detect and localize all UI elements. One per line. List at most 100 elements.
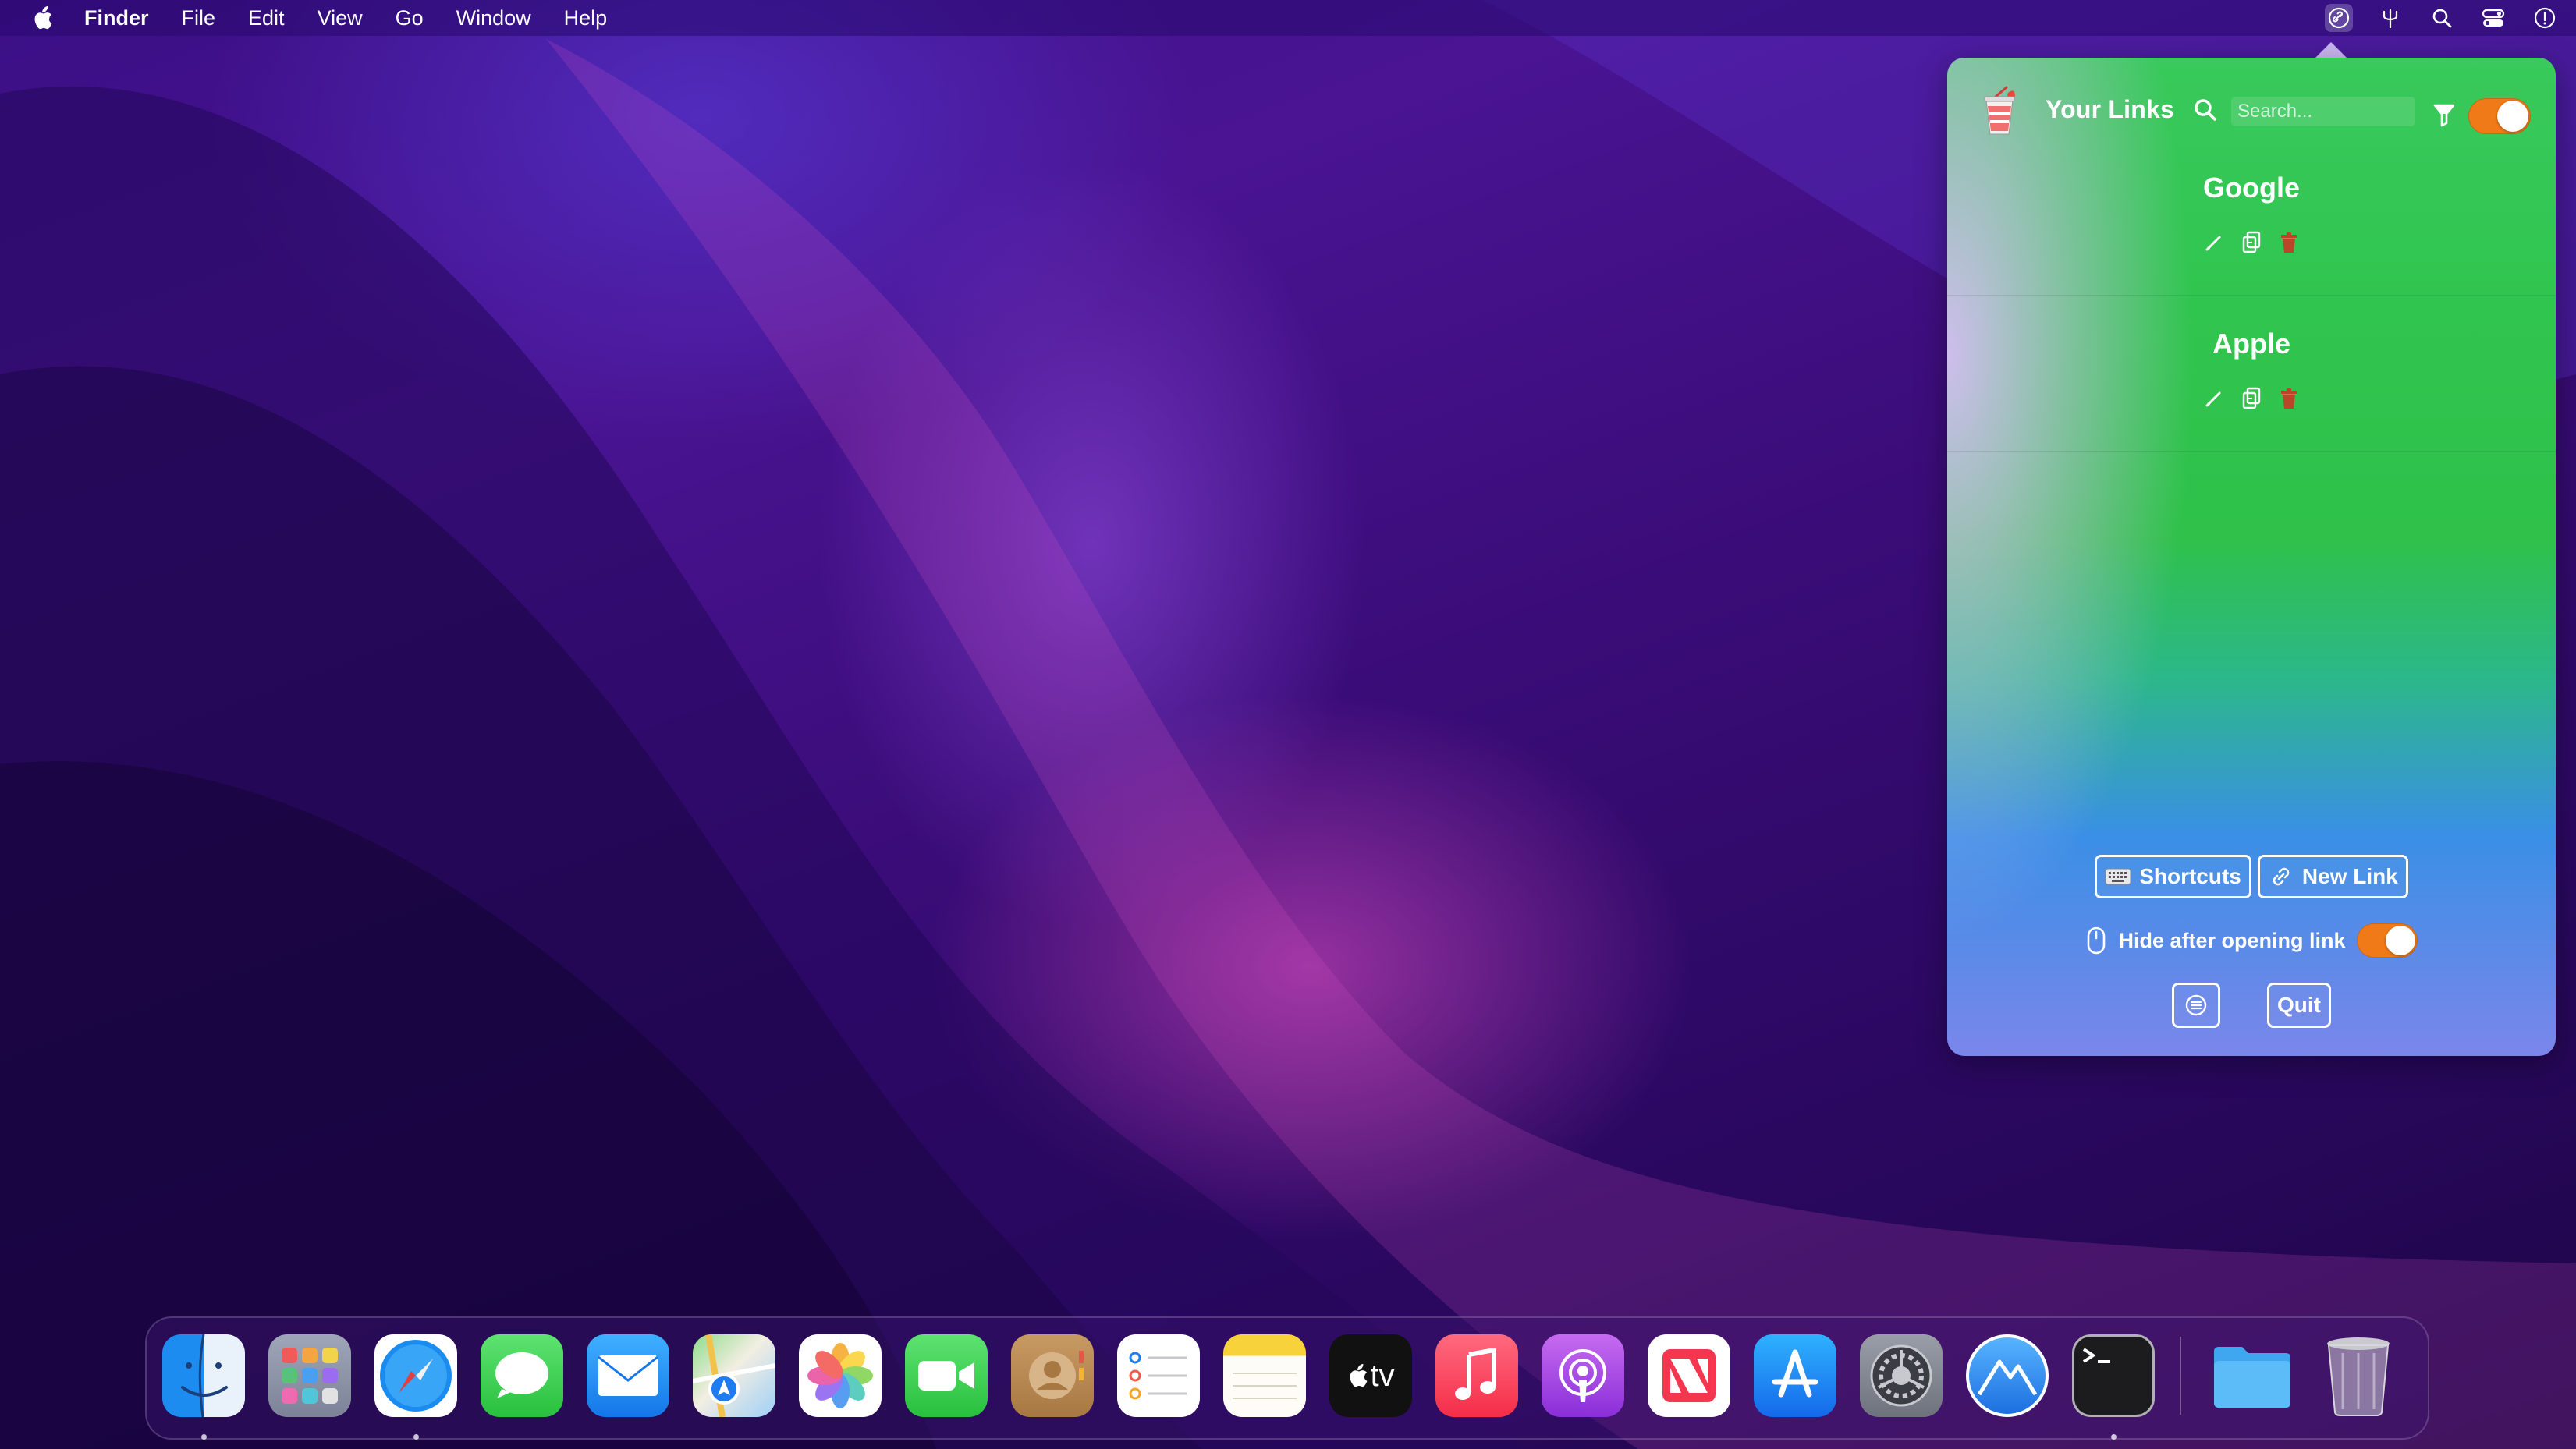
- dock-safari[interactable]: [373, 1333, 459, 1440]
- search-icon: [2192, 97, 2220, 125]
- dock-trash[interactable]: [2315, 1333, 2401, 1419]
- list-circle-icon: [2183, 994, 2209, 1017]
- keyboard-icon: [2105, 865, 2131, 888]
- spotlight-icon[interactable]: [2428, 4, 2456, 32]
- menu-bar-status-icons: [2325, 0, 2559, 36]
- quit-label: Quit: [2277, 993, 2321, 1017]
- link-icon[interactable]: [2325, 4, 2353, 32]
- dock-maps[interactable]: [691, 1333, 777, 1419]
- control-center-icon[interactable]: [2479, 4, 2507, 32]
- contacts-book-icon: [1011, 1334, 1094, 1417]
- dock-facetime[interactable]: [903, 1333, 989, 1419]
- new-link-button[interactable]: New Link: [2257, 855, 2408, 898]
- dock-mail[interactable]: [585, 1333, 671, 1419]
- news-icon: [1648, 1334, 1730, 1417]
- apple-tv-icon: tv: [1329, 1334, 1412, 1417]
- chain-link-icon: [2268, 865, 2294, 888]
- action-buttons-row: Shortcuts New Link: [1947, 855, 2556, 898]
- app-store-icon: [1754, 1334, 1836, 1417]
- copy-icon[interactable]: [2238, 385, 2265, 412]
- launchpad-grid-icon: [268, 1334, 351, 1417]
- folder-icon: [2211, 1334, 2294, 1417]
- dock-monterey-mountain[interactable]: [1964, 1333, 2050, 1419]
- apple-logo-icon[interactable]: [27, 2, 58, 34]
- dock-terminal[interactable]: [2070, 1333, 2156, 1440]
- pitchfork-icon[interactable]: [2376, 4, 2404, 32]
- notes-pad-icon: [1223, 1334, 1306, 1417]
- trash-bin-icon: [2317, 1334, 2400, 1417]
- search-input[interactable]: [2231, 97, 2415, 126]
- terminal-prompt-icon: [2072, 1334, 2155, 1417]
- dock-notes[interactable]: [1222, 1333, 1308, 1419]
- maps-icon: [693, 1334, 775, 1417]
- siri-icon[interactable]: [2531, 4, 2559, 32]
- delete-trash-icon[interactable]: [2276, 385, 2302, 412]
- dock-contacts[interactable]: [1009, 1333, 1095, 1419]
- copy-icon[interactable]: [2238, 229, 2265, 256]
- hide-after-opening-row: Hide after opening link: [1947, 923, 2556, 958]
- toggle-knob: [2385, 926, 2415, 955]
- popover-arrow: [2314, 42, 2348, 59]
- menu-file[interactable]: File: [182, 0, 216, 36]
- dock-icons: tv: [161, 1329, 2422, 1440]
- link-name[interactable]: Google: [1947, 172, 2556, 204]
- dock-podcasts[interactable]: [1540, 1333, 1626, 1419]
- link-actions: [1947, 229, 2556, 256]
- dock-launchpad[interactable]: [267, 1333, 353, 1419]
- facetime-camera-icon: [905, 1334, 988, 1417]
- reminders-list-icon: [1117, 1334, 1200, 1417]
- shortcuts-label: Shortcuts: [2139, 864, 2241, 888]
- menu-options-button[interactable]: [2172, 983, 2220, 1028]
- link-item-apple[interactable]: Apple: [1947, 296, 2556, 452]
- mail-envelope-icon: [587, 1334, 669, 1417]
- running-indicator: [2111, 1434, 2117, 1440]
- popover-title: Your Links: [2046, 95, 2174, 123]
- mouse-icon: [2085, 926, 2107, 955]
- dock-reminders[interactable]: [1116, 1333, 1201, 1419]
- finder-face-icon: [162, 1334, 245, 1417]
- hide-after-opening-label: Hide after opening link: [2118, 928, 2346, 952]
- footer-buttons-row: Quit: [1947, 983, 2556, 1028]
- dock-downloads-folder[interactable]: [2209, 1333, 2295, 1419]
- edit-pencil-icon[interactable]: [2201, 229, 2227, 256]
- safari-compass-icon: [374, 1334, 457, 1417]
- running-indicator: [413, 1434, 419, 1440]
- dock-news[interactable]: [1646, 1333, 1732, 1419]
- podcasts-icon: [1542, 1334, 1624, 1417]
- quit-button[interactable]: Quit: [2267, 983, 2331, 1028]
- messages-bubble-icon: [481, 1334, 563, 1417]
- photos-flower-icon: [799, 1334, 882, 1417]
- link-actions: [1947, 385, 2556, 412]
- links-popover: Your Links Google Apple: [1947, 58, 2556, 1056]
- menu-go[interactable]: Go: [396, 0, 424, 36]
- dock-app-store[interactable]: [1752, 1333, 1838, 1419]
- music-note-icon: [1435, 1334, 1518, 1417]
- hide-after-opening-toggle[interactable]: [2356, 923, 2418, 958]
- link-name[interactable]: Apple: [1947, 328, 2556, 360]
- dock-separator: [2180, 1337, 2181, 1415]
- tv-label: tv: [1370, 1358, 1395, 1393]
- dock-system-preferences[interactable]: [1858, 1333, 1944, 1419]
- enable-toggle[interactable]: [2468, 98, 2531, 134]
- filter-icon[interactable]: [2432, 101, 2456, 128]
- dock-photos[interactable]: [797, 1333, 883, 1419]
- dock-tv[interactable]: tv: [1328, 1333, 1414, 1419]
- mountain-icon: [1966, 1334, 2049, 1417]
- menu-help[interactable]: Help: [564, 0, 608, 36]
- menu-app-name[interactable]: Finder: [84, 0, 149, 36]
- menu-bar: Finder File Edit View Go Window Help: [0, 0, 2576, 36]
- delete-trash-icon[interactable]: [2276, 229, 2302, 256]
- dock-finder[interactable]: [161, 1333, 247, 1440]
- menu-view[interactable]: View: [318, 0, 363, 36]
- dock-messages[interactable]: [479, 1333, 565, 1419]
- menu-window[interactable]: Window: [456, 0, 531, 36]
- drink-cup-logo-icon: [1980, 86, 2019, 140]
- new-link-label: New Link: [2301, 864, 2398, 888]
- shortcuts-button[interactable]: Shortcuts: [2095, 855, 2251, 898]
- link-item-google[interactable]: Google: [1947, 140, 2556, 296]
- dock-music[interactable]: [1434, 1333, 1520, 1419]
- edit-pencil-icon[interactable]: [2201, 385, 2227, 412]
- system-preferences-gear-icon: [1860, 1334, 1943, 1417]
- menu-edit[interactable]: Edit: [248, 0, 285, 36]
- running-indicator: [201, 1434, 207, 1440]
